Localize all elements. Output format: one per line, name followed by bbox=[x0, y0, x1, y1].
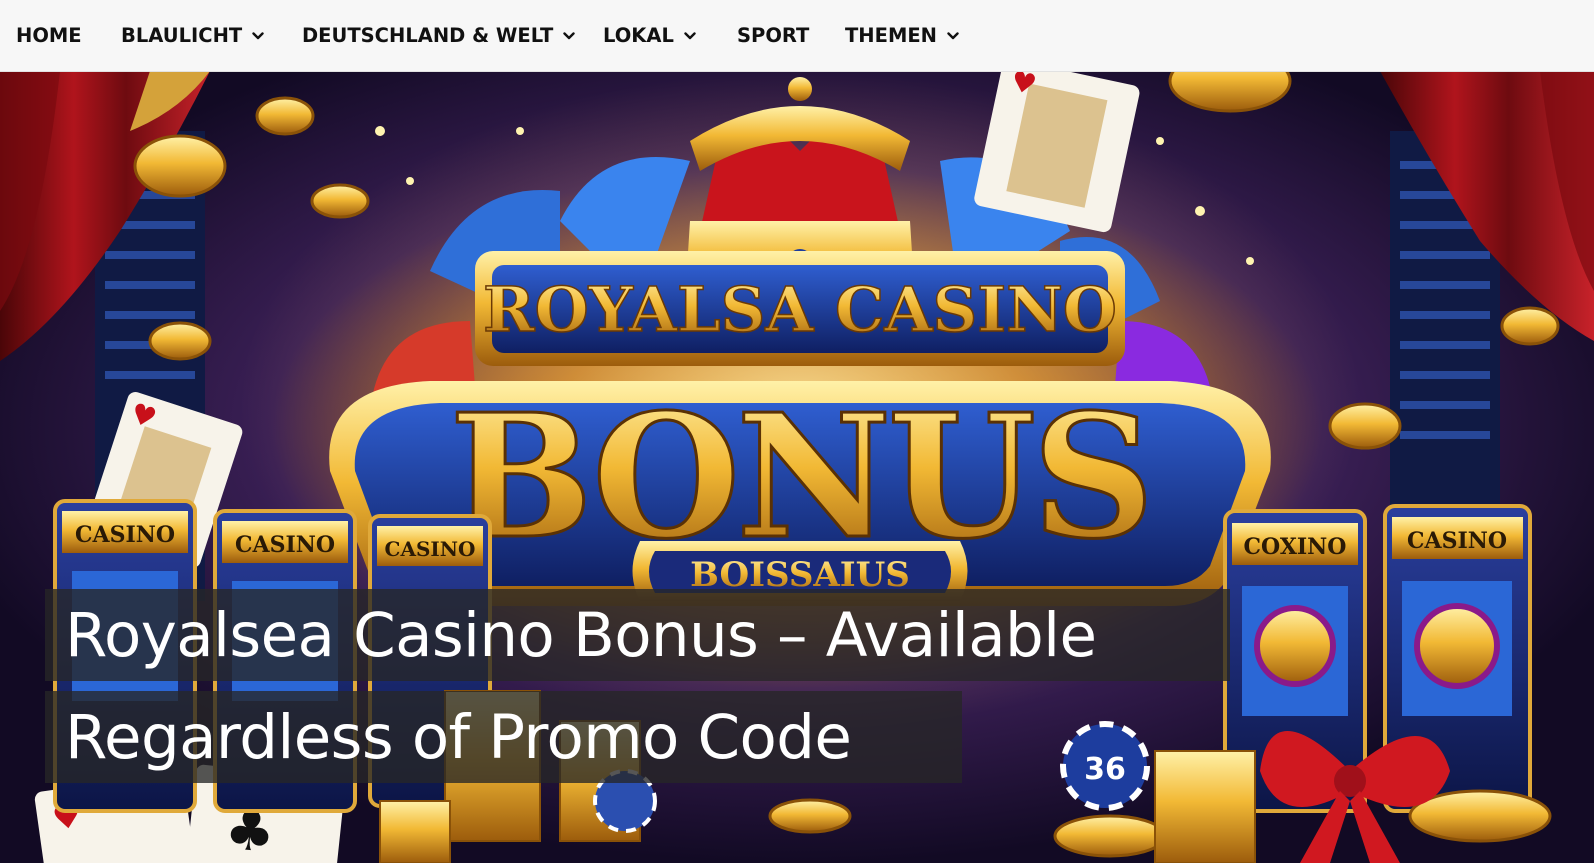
nav-item-label: LOKAL bbox=[603, 24, 674, 47]
headline-line-2[interactable]: Regardless of Promo Code bbox=[65, 707, 852, 768]
headline-line-1[interactable]: Royalsea Casino Bonus – Available bbox=[65, 605, 1097, 666]
chevron-down-icon bbox=[252, 31, 264, 40]
nav-item-label: BLAULICHT bbox=[121, 24, 243, 47]
nav-item-lokal[interactable]: LOKAL bbox=[603, 0, 696, 71]
nav-item-blaulicht[interactable]: BLAULICHT bbox=[121, 0, 264, 71]
headline-line-1-bar: Royalsea Casino Bonus – Available bbox=[45, 589, 1230, 681]
nav-item-label: DEUTSCHLAND & WELT bbox=[302, 24, 554, 47]
poker-chip-number: 36 bbox=[1084, 752, 1126, 787]
nav-item-label: THEMEN bbox=[845, 24, 937, 47]
slot-label-3: CASINO bbox=[385, 537, 476, 561]
slot-label-4: COXINO bbox=[1244, 534, 1347, 560]
nav-item-label: HOME bbox=[16, 24, 82, 47]
nav-item-deutschland-welt[interactable]: DEUTSCHLAND & WELT bbox=[302, 0, 575, 71]
chevron-down-icon bbox=[563, 31, 575, 40]
nav-item-themen[interactable]: THEMEN bbox=[845, 0, 959, 71]
hero-banner[interactable]: ROYALSA CASINO BONUS BOISSAIUS ♥ ♥ ♥ ♣ C… bbox=[0, 71, 1594, 863]
slot-label-1: CASINO bbox=[75, 522, 175, 548]
nav-item-sport[interactable]: SPORT bbox=[737, 0, 809, 71]
slot-label-5: CASINO bbox=[1407, 528, 1507, 554]
headline-line-2-bar: Regardless of Promo Code bbox=[45, 691, 962, 783]
chevron-down-icon bbox=[684, 31, 696, 40]
nav-item-home[interactable]: HOME bbox=[16, 0, 82, 71]
image-banner-text: ROYALSA CASINO bbox=[483, 273, 1117, 346]
slot-label-2: CASINO bbox=[235, 532, 335, 558]
nav-item-label: SPORT bbox=[737, 24, 810, 47]
chevron-down-icon bbox=[947, 31, 959, 40]
top-navigation: HOME BLAULICHT DEUTSCHLAND & WELT LOKAL … bbox=[0, 0, 1594, 72]
